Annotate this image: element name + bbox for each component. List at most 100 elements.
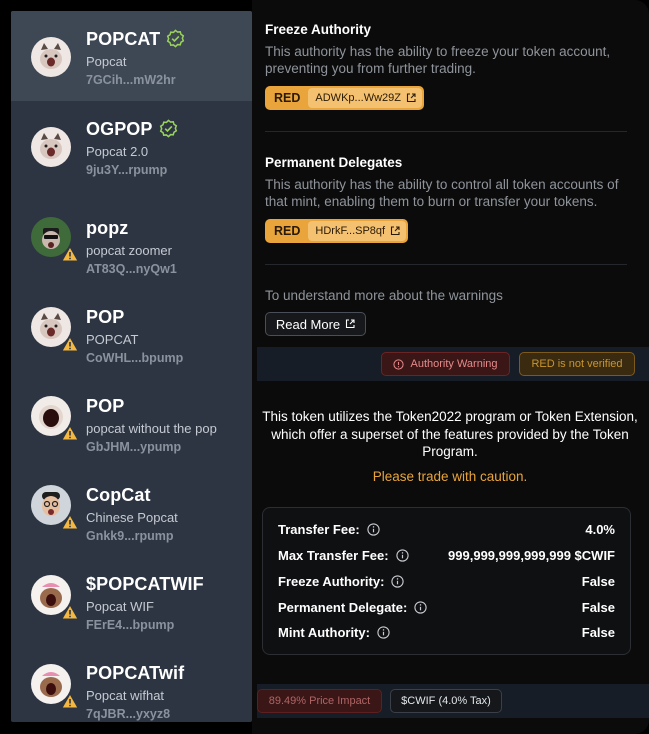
permanent-delegate-value: False xyxy=(581,600,615,615)
warning-icon xyxy=(61,693,79,709)
token-name-row: POP xyxy=(86,396,124,417)
mint-authority-value: False xyxy=(581,625,615,640)
token-name-row: POPCAT xyxy=(86,29,185,50)
token-list-item[interactable]: popz popcat zoomer AT83Q...nyQw1 xyxy=(11,191,252,281)
info-icon[interactable] xyxy=(391,575,405,588)
permanent-delegate-label: Permanent Delegate: xyxy=(278,600,408,615)
warning-icon xyxy=(61,514,79,530)
token-avatar xyxy=(31,575,79,620)
freeze-authority-address: ADWKp...Ww29Z xyxy=(315,92,401,104)
external-link-icon xyxy=(391,226,400,236)
token-list-item[interactable]: OGPOP Popcat 2.0 9ju3Y...rpump xyxy=(11,101,252,191)
token-name: OGPOP xyxy=(86,119,153,139)
token-list-item[interactable]: POPCATwif Popcat wifhat 7qJBR...yxyz8 xyxy=(11,641,252,722)
max-transfer-fee-row: Max Transfer Fee: 999,999,999,999,999 $C… xyxy=(278,548,615,568)
authority-warning-badge[interactable]: Authority Warning xyxy=(381,352,510,376)
warning-icon xyxy=(61,246,79,262)
freeze-authority-title: Freeze Authority xyxy=(265,22,372,37)
warning-icon xyxy=(61,336,79,352)
price-impact-badge[interactable]: 89.49% Price Impact xyxy=(257,689,382,713)
window-frame: Freeze Authority This authority has the … xyxy=(0,0,649,734)
caution-text: Please trade with caution. xyxy=(372,469,528,484)
token-address: GbJHM...ypump xyxy=(86,440,182,454)
token-subtitle: Popcat WIF xyxy=(86,599,154,614)
verified-badge-icon xyxy=(167,29,185,48)
warning-bar: Authority Warning RED is not verified xyxy=(257,347,649,381)
info-icon[interactable] xyxy=(367,523,380,536)
token-address: CoWHL...bpump xyxy=(86,351,184,365)
token-avatar xyxy=(31,217,79,262)
max-transfer-fee-value: 999,999,999,999,999 $CWIF xyxy=(448,548,615,563)
freeze-authority-value: False xyxy=(581,574,615,589)
red-not-verified-label: RED is not verified xyxy=(531,358,623,370)
token-name: POP xyxy=(86,396,125,416)
token-subtitle: Popcat xyxy=(86,54,127,69)
token-avatar xyxy=(31,127,71,167)
popcat-avatar-icon xyxy=(40,133,62,159)
token-name-row: POPCATwif xyxy=(86,663,184,684)
external-link-icon xyxy=(346,319,355,329)
token-name: CopCat xyxy=(86,485,151,505)
token-name-row: POP xyxy=(86,307,124,328)
delegate-risk-level: RED xyxy=(274,224,301,238)
token-search-results[interactable]: POPCAT Popcat 7GCih...mW2hr OGPOP Popcat… xyxy=(11,11,252,722)
token-list-item[interactable]: POPCAT Popcat 7GCih...mW2hr xyxy=(11,11,252,101)
token-tax-label: $CWIF (4.0% Tax) xyxy=(401,695,491,707)
verified-badge-icon xyxy=(159,119,177,138)
freeze-authority-description: This authority has the ability to freeze… xyxy=(265,44,611,76)
token-avatar xyxy=(31,485,79,530)
token-subtitle: Popcat 2.0 xyxy=(86,144,149,159)
mint-authority-label: Mint Authority: xyxy=(278,625,370,640)
token-name: $POPCATWIF xyxy=(86,574,204,594)
token-avatar xyxy=(31,396,79,441)
token-address: 7GCih...mW2hr xyxy=(86,73,176,87)
token-tax-badge[interactable]: $CWIF (4.0% Tax) xyxy=(390,689,502,713)
token-subtitle: POPCAT xyxy=(86,332,139,347)
red-not-verified-badge[interactable]: RED is not verified xyxy=(519,352,635,376)
transfer-fee-label: Transfer Fee: xyxy=(278,522,360,537)
token-address: FErE4...bpump xyxy=(86,618,175,632)
token2022-info-text: This token utilizes the Token2022 progra… xyxy=(262,409,638,459)
token-subtitle: popcat without the pop xyxy=(86,421,217,436)
info-icon[interactable] xyxy=(395,549,409,562)
read-more-button[interactable]: Read More xyxy=(265,312,366,336)
transfer-fee-row: Transfer Fee: 4.0% xyxy=(278,522,615,542)
authority-warning-label: Authority Warning xyxy=(410,358,498,370)
info-icon[interactable] xyxy=(414,601,427,614)
freeze-authority-label: Freeze Authority: xyxy=(278,574,385,589)
token-list-item[interactable]: CopCat Chinese Popcat Gnkk9...rpump xyxy=(11,461,252,551)
bottom-bar: 89.49% Price Impact $CWIF (4.0% Tax) xyxy=(257,684,649,718)
token-list-item[interactable]: POP POPCAT CoWHL...bpump xyxy=(11,281,252,371)
permanent-delegate-address-link[interactable]: HDrkF...SP8qf xyxy=(308,221,407,241)
price-impact-label: 89.49% Price Impact xyxy=(268,695,371,707)
popcat-avatar-icon xyxy=(40,43,62,69)
token-name: popz xyxy=(86,218,129,238)
token-address: 9ju3Y...rpump xyxy=(86,163,168,177)
token-subtitle: Popcat wifhat xyxy=(86,688,165,703)
warnings-help-text: To understand more about the warnings xyxy=(265,288,503,303)
token-name: POPCAT xyxy=(86,29,161,49)
fee-details-box: Transfer Fee: 4.0% Max Transfer Fee: 999… xyxy=(262,507,631,655)
info-icon[interactable] xyxy=(377,626,390,639)
read-more-label: Read More xyxy=(275,316,341,332)
token-address: AT83Q...nyQw1 xyxy=(86,262,177,276)
token-avatar xyxy=(31,37,71,77)
freeze-authority-address-link[interactable]: ADWKp...Ww29Z xyxy=(308,88,422,108)
token-address: Gnkk9...rpump xyxy=(86,529,174,543)
freeze-authority-pill: RED ADWKp...Ww29Z xyxy=(265,86,424,110)
token-name-row: CopCat xyxy=(86,485,151,506)
permanent-delegate-row: Permanent Delegate: False xyxy=(278,600,615,620)
token-list-item[interactable]: POP popcat without the pop GbJHM...ypump xyxy=(11,371,252,461)
permanent-delegates-pill: RED HDrkF...SP8qf xyxy=(265,219,409,243)
token-info-panel: Freeze Authority This authority has the … xyxy=(252,0,649,734)
permanent-delegates-title: Permanent Delegates xyxy=(265,155,403,170)
mint-authority-row: Mint Authority: False xyxy=(278,625,615,645)
freeze-authority-row: Freeze Authority: False xyxy=(278,574,615,594)
freeze-risk-level: RED xyxy=(274,91,301,105)
token-subtitle: popcat zoomer xyxy=(86,243,172,258)
divider xyxy=(265,264,627,265)
token-list-item[interactable]: $POPCATWIF Popcat WIF FErE4...bpump xyxy=(11,551,252,641)
warning-icon xyxy=(61,604,79,620)
token-name: POP xyxy=(86,307,125,327)
permanent-delegates-description: This authority has the ability to contro… xyxy=(265,177,619,209)
